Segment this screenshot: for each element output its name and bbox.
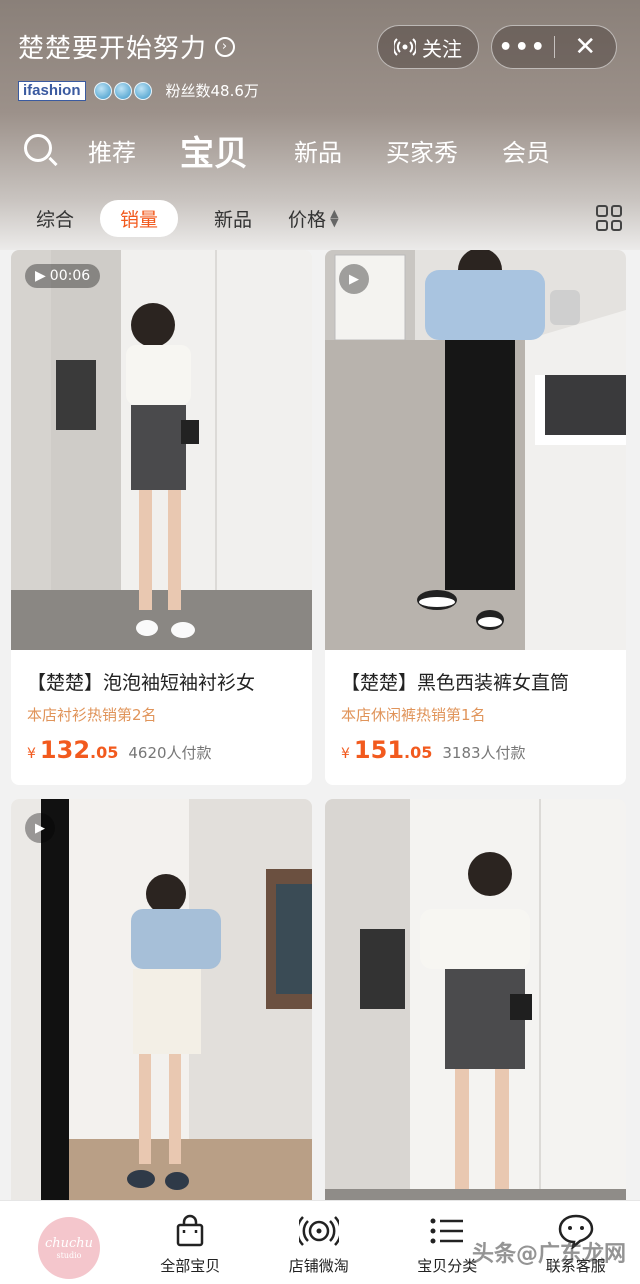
crown-icon: [113, 81, 132, 100]
video-duration: 00:06: [49, 268, 91, 284]
search-icon[interactable]: [20, 130, 60, 170]
tab-member[interactable]: 会员: [502, 133, 550, 168]
bottom-tab-shop-feed[interactable]: 店铺微淘: [255, 1201, 384, 1284]
sort-price[interactable]: 价格 ▲ ▼: [288, 205, 338, 232]
crown-icon: [133, 81, 152, 100]
more-button[interactable]: •••: [492, 35, 554, 60]
product-rank: 本店休闲裤热销第1名: [341, 706, 486, 724]
grid-view-icon[interactable]: [596, 205, 622, 231]
product-title: 【楚楚】泡泡袖短袖衬衫女: [27, 672, 256, 694]
chevron-right-icon: ›: [215, 36, 236, 57]
shop-logo-line2: studio: [56, 1251, 82, 1260]
capsule-menu: ••• ✕: [491, 25, 617, 69]
broadcast-icon: [394, 38, 416, 56]
product-card[interactable]: ▶ 【楚楚】黑色西装裤女直筒 本店休闲裤热销第1名 ¥ 151 .05 3183…: [325, 250, 626, 785]
product-price-row: ¥ 151 .05 3183人付款: [341, 736, 526, 764]
product-image: [325, 799, 626, 1219]
bottom-tab-label: 店铺微淘: [288, 1257, 349, 1275]
list-icon: [430, 1218, 464, 1244]
close-button[interactable]: ✕: [554, 32, 616, 62]
price-integer: 132: [39, 736, 91, 764]
sold-count: 3183人付款: [442, 744, 526, 762]
sort-overall[interactable]: 综合: [36, 205, 74, 232]
product-title: 【楚楚】黑色西装裤女直筒: [341, 672, 570, 694]
crown-rating: [93, 81, 152, 100]
shop-name[interactable]: 楚楚要开始努力 ›: [18, 28, 236, 65]
watermark-text: 头条@广东龙网: [471, 1242, 626, 1267]
product-image: [11, 799, 312, 1219]
crown-icon: [93, 81, 112, 100]
price-decimal: .05: [404, 743, 433, 762]
sold-count: 4620人付款: [128, 744, 212, 762]
video-duration-badge: ▶ 00:06: [25, 264, 101, 288]
tab-items[interactable]: 宝贝: [180, 126, 248, 175]
currency-symbol: ¥: [341, 746, 350, 762]
tab-recommend[interactable]: 推荐: [88, 133, 136, 168]
product-card[interactable]: ▶ 00:06 【楚楚】泡泡袖短袖衬衫女 本店衬衫热销第2名 ¥ 132 .05…: [11, 250, 312, 785]
sort-bar: 综合 销量 新品 价格 ▲ ▼: [0, 196, 640, 240]
play-icon: ▶: [35, 268, 46, 284]
follow-button[interactable]: 关注: [377, 25, 479, 69]
currency-symbol: ¥: [27, 746, 36, 762]
price-decimal: .05: [90, 743, 119, 762]
ifashion-badge-text: ifashion: [23, 82, 81, 99]
follow-label: 关注: [422, 36, 462, 61]
shop-nav-tabs: 推荐 宝贝 新品 买家秀 会员: [20, 122, 620, 178]
shop-logo[interactable]: chuchu studio: [0, 1201, 126, 1284]
product-rank: 本店衬衫热销第2名: [27, 706, 157, 724]
shopping-bag-icon: [177, 1214, 204, 1247]
bottom-tab-all-items[interactable]: 全部宝贝: [126, 1201, 255, 1284]
shop-badges: ifashion 粉丝数48.6万: [18, 80, 259, 101]
play-icon: ▶: [339, 264, 369, 294]
ifashion-badge: ifashion: [18, 80, 86, 101]
product-card[interactable]: ▶: [11, 799, 312, 1219]
shop-name-text: 楚楚要开始努力: [18, 34, 208, 64]
fans-count: 粉丝数48.6万: [165, 82, 259, 100]
price-integer: 151: [353, 736, 405, 764]
sort-arrows-icon: ▲ ▼: [330, 207, 339, 229]
sort-sales[interactable]: 销量: [100, 199, 179, 237]
shop-logo-badge: chuchu studio: [38, 1217, 100, 1279]
broadcast-icon: [298, 1216, 339, 1246]
sort-new[interactable]: 新品: [214, 205, 252, 232]
shop-logo-line1: chuchu: [44, 1236, 94, 1251]
product-price-row: ¥ 132 .05 4620人付款: [27, 736, 212, 764]
product-image: [325, 250, 626, 650]
sort-price-label: 价格: [288, 208, 327, 231]
tab-new[interactable]: 新品: [294, 133, 342, 168]
bottom-tab-label: 全部宝贝: [160, 1257, 221, 1275]
bottom-tab-label: 宝贝分类: [417, 1257, 478, 1275]
product-image: [11, 250, 312, 650]
tab-buyer-show[interactable]: 买家秀: [386, 133, 458, 168]
play-icon: ▶: [25, 813, 55, 843]
product-card[interactable]: [325, 799, 626, 1219]
